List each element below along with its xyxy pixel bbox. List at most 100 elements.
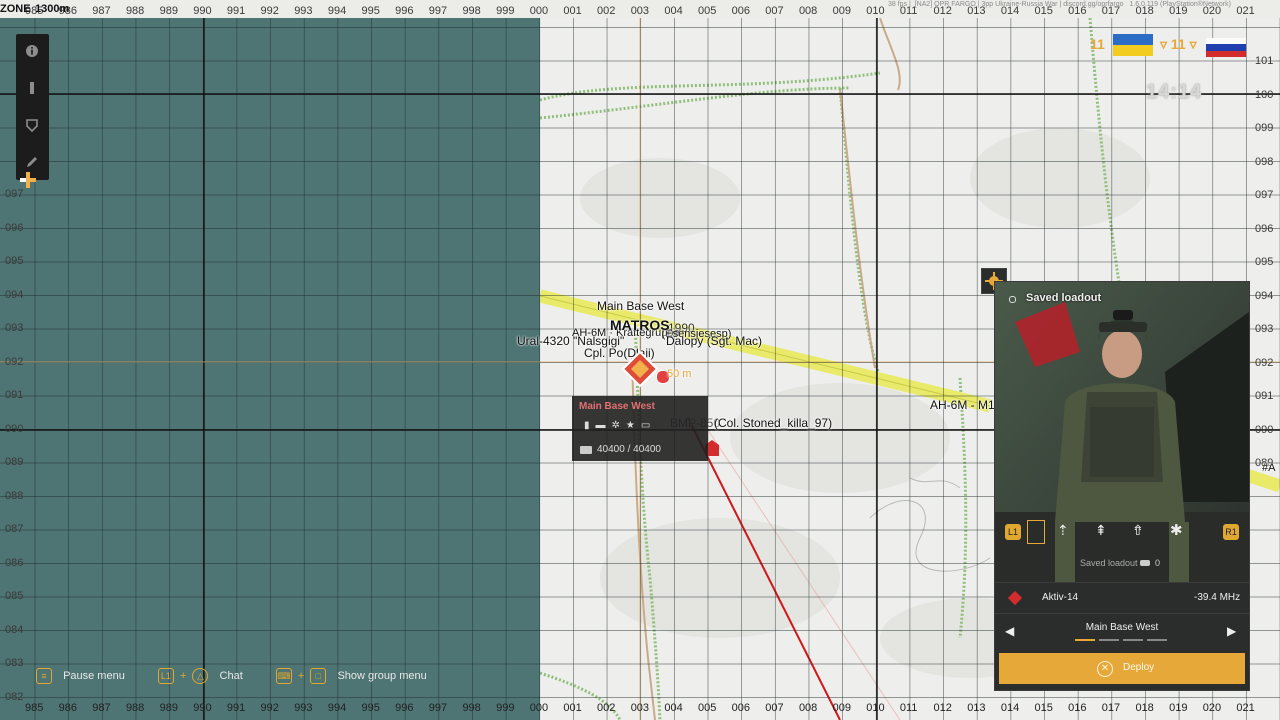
russia-flag-icon: [1206, 38, 1246, 57]
bottom-axis-label: 021: [1236, 702, 1255, 714]
control-hints: ≡ Pause menu L1 + △ Chat ⌨ + □ Show grou…: [36, 668, 427, 688]
bottom-axis-label: 013: [967, 702, 986, 714]
top-axis-label: 021: [1236, 5, 1255, 17]
spawn-point-selector: ◀ Main Base West ▶: [995, 618, 1249, 646]
bottom-axis-label: 007: [765, 702, 784, 714]
ruler-icon[interactable]: [25, 81, 39, 95]
left-axis-label: 093: [5, 322, 24, 334]
loadout-slot-1[interactable]: [1027, 520, 1045, 544]
top-axis-label: 987: [92, 5, 111, 17]
star-rank-icon[interactable]: ✱: [1170, 521, 1183, 539]
r1-button[interactable]: R1: [1223, 524, 1239, 540]
saved-loadout-count: 0: [1155, 558, 1161, 568]
loadout-selector: L1 ⇡ ⇞ ⇮ ✱ R1: [995, 518, 1249, 544]
left-axis-label: 086: [5, 556, 24, 569]
bottom-axis-label: 986: [58, 702, 77, 714]
game-map-screen: 985 986 987 988 989 990 991 992 993 994 995 996 997 9…: [0, 0, 1280, 720]
top-axis-label: 998: [462, 5, 481, 17]
top-axis-label: 008: [798, 5, 818, 17]
bottom-axis-label: 018: [1135, 702, 1154, 714]
info-icon[interactable]: [25, 44, 39, 58]
bottom-axis-label: 992: [260, 702, 279, 714]
score-left: 11: [1090, 36, 1105, 52]
base-info-popup[interactable]: Main Base West ▮▬✲★▭ 40400 / 40400: [572, 396, 708, 461]
shield-icon[interactable]: [25, 118, 39, 133]
bottom-axis-label: 989: [159, 702, 178, 714]
bottom-axis-label: 004: [664, 702, 683, 714]
arrow-up-icon[interactable]: ⇡: [1057, 522, 1069, 539]
player-label-sgt-mac[interactable]: Dalopy (Sgt. Mac): [666, 334, 762, 348]
score-right-value: 11: [1170, 36, 1186, 52]
next-spawn-arrow-icon[interactable]: ▶: [1227, 624, 1236, 638]
right-axis-label: 099: [1255, 122, 1274, 134]
top-axis-label: 000: [529, 5, 549, 17]
popup-title: Main Base West: [579, 401, 655, 412]
loadout-header: Saved loadout: [1026, 292, 1102, 304]
right-axis-label: 095: [1255, 256, 1274, 268]
right-axis-label: 093: [1255, 323, 1274, 335]
bottom-axis-label: 003: [630, 702, 650, 714]
distance-label: 50 m: [667, 368, 692, 380]
score-right: ▿ 11 ▿: [1160, 36, 1197, 52]
bottom-axis-label: 011: [899, 702, 918, 714]
deploy-panel: Saved loadout L1 ⇡ ⇞ ⇮ ✱ R1 Saved loadou…: [994, 281, 1250, 691]
bottom-axis-label: 997: [428, 702, 448, 714]
pause-menu-hint[interactable]: Pause menu: [63, 670, 125, 682]
bottom-axis-label: 002: [597, 702, 616, 714]
group-menu-hint[interactable]: Show group menu: [337, 670, 426, 682]
left-axis-label: 096: [5, 221, 24, 234]
bottom-axis-label: 995: [361, 702, 380, 714]
map-cursor-icon[interactable]: [20, 172, 36, 188]
helicopter-label[interactable]: AH-6M - M1: [930, 398, 995, 412]
pencil-icon[interactable]: [25, 155, 39, 169]
star-icon: ★: [625, 420, 641, 431]
bottom-axis-label: 006: [731, 702, 750, 714]
chat-hint[interactable]: Chat: [220, 670, 243, 682]
map-tool-bar: [16, 34, 49, 180]
left-axis-label: 084: [5, 623, 24, 636]
truck-icon: ▬: [595, 420, 612, 431]
bottom-axis-label: 008: [798, 702, 818, 714]
left-axis-label: 090: [5, 422, 24, 435]
base-label[interactable]: Main Base West: [597, 299, 684, 313]
top-axis-label: 996: [395, 5, 414, 17]
radio-icon: [1007, 590, 1023, 606]
loadout-header-dot-icon: [1009, 296, 1016, 303]
bottom-axis-label: 991: [226, 702, 246, 714]
fuel-icon: ▮: [584, 420, 596, 431]
supply-icon: [580, 446, 592, 454]
top-axis-label: 990: [193, 5, 212, 17]
square-key-icon: □: [310, 668, 327, 684]
top-axis-label: 010: [866, 5, 885, 17]
double-arrow-up-icon[interactable]: ⇞: [1095, 522, 1107, 539]
bottom-axis-label: 010: [866, 702, 885, 714]
right-axis-label: 098: [1255, 155, 1274, 168]
bottom-axis-label: 017: [1101, 702, 1121, 714]
bottom-axis-label: 999: [496, 702, 515, 714]
edge-marker-label: #A: [1262, 462, 1276, 474]
zone-label: ZONE: [0, 3, 31, 15]
bottom-axis-label: 020: [1202, 702, 1222, 714]
base-marker-icon[interactable]: [621, 350, 659, 388]
top-axis-label: 991: [226, 5, 246, 17]
bottom-axis-label: 001: [563, 702, 582, 714]
rank-arrow-icon[interactable]: ⇮: [1132, 522, 1144, 539]
top-axis-label: 005: [698, 5, 717, 17]
spawn-point-name: Main Base West: [1085, 622, 1159, 633]
bottom-axis-label: 009: [832, 702, 851, 714]
right-axis-label: 091: [1255, 390, 1274, 402]
saved-loadout-label: Saved loadout: [1080, 558, 1138, 568]
top-axis-label: 999: [496, 5, 515, 17]
player-label-col-stoned[interactable]: (Col. Stoned_killa_97): [714, 416, 832, 430]
l1-button[interactable]: L1: [1005, 524, 1021, 540]
left-axis-label: 092: [5, 355, 24, 368]
bottom-axis-label: 012: [933, 702, 952, 714]
saved-loadout-icon: [1140, 560, 1150, 566]
deploy-label: Deploy: [1123, 662, 1155, 673]
spawn-page-indicator: [1075, 639, 1167, 641]
radio-row[interactable]: Aktiv-14 -39.4 MHz: [995, 582, 1249, 614]
bottom-axis-label: 000: [529, 702, 549, 714]
top-axis-label: 009: [832, 5, 851, 17]
top-axis-label: 988: [125, 5, 145, 17]
deploy-button[interactable]: ✕ Deploy: [999, 653, 1245, 684]
